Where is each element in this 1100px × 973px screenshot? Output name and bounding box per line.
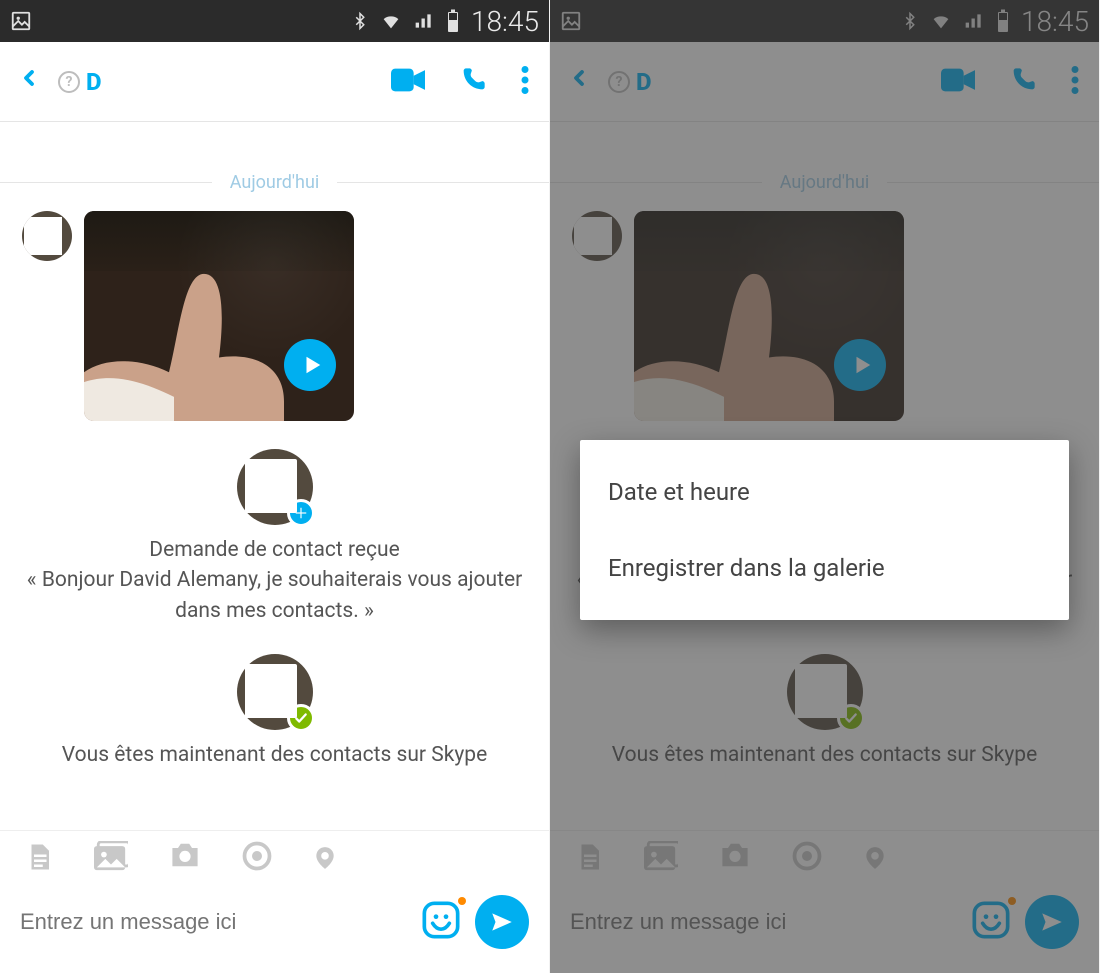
menu-item-date-time[interactable]: Date et heure (580, 454, 1069, 530)
emoji-notif-dot-icon (458, 897, 466, 905)
more-menu-button[interactable] (521, 66, 529, 98)
video-call-button[interactable] (391, 68, 425, 96)
back-button[interactable] (20, 64, 58, 100)
menu-item-save-gallery[interactable]: Enregistrer dans la galerie (580, 530, 1069, 606)
voice-call-button[interactable] (459, 66, 487, 98)
contact-request-block: Demande de contact reçue « Bonjour David… (0, 449, 549, 626)
contact-ok-badge-icon (287, 704, 315, 732)
request-avatar[interactable] (237, 449, 313, 525)
file-icon[interactable] (24, 841, 54, 879)
add-contact-badge-icon (287, 499, 315, 527)
cellular-icon (413, 11, 435, 31)
contact-request-body: « Bonjour David Alemany, je souhaiterais… (24, 565, 525, 626)
play-icon[interactable] (284, 339, 336, 391)
attachment-bar (0, 830, 549, 885)
camera-icon[interactable] (168, 841, 202, 879)
incoming-video-message[interactable] (0, 211, 549, 421)
wifi-icon (379, 10, 403, 32)
phone-left: 18:45 ? D Aujourd'hui (0, 0, 550, 973)
sender-avatar[interactable] (22, 211, 72, 261)
location-icon[interactable] (312, 841, 338, 879)
battery-icon (445, 9, 461, 33)
gallery-notif-icon (10, 10, 32, 32)
message-input[interactable] (20, 909, 407, 935)
now-contacts-block: Vous êtes maintenant des contacts sur Sk… (0, 654, 549, 770)
now-contacts-text: Vous êtes maintenant des contacts sur Sk… (24, 740, 525, 770)
status-time: 18:45 (471, 5, 539, 38)
phone-right: 18:45 ? D Aujourd'hui (550, 0, 1100, 973)
chat-body[interactable]: Aujourd'hui (0, 122, 549, 830)
contact-request-title: Demande de contact reçue (24, 535, 525, 565)
compose-bar (0, 885, 549, 973)
video-thumbnail[interactable] (84, 211, 354, 421)
video-message-icon[interactable] (242, 841, 272, 879)
app-header: ? D (0, 42, 549, 122)
send-button[interactable] (475, 895, 529, 949)
now-contacts-avatar[interactable] (237, 654, 313, 730)
day-label: Aujourd'hui (212, 172, 338, 193)
status-bar: 18:45 (0, 0, 549, 42)
contact-initial: D (86, 68, 102, 96)
help-icon: ? (58, 71, 80, 93)
day-separator: Aujourd'hui (0, 172, 549, 193)
context-menu: Date et heure Enregistrer dans la galeri… (580, 440, 1069, 620)
gallery-icon[interactable] (94, 841, 128, 879)
emoji-button[interactable] (421, 900, 461, 944)
bluetooth-icon (351, 8, 369, 34)
